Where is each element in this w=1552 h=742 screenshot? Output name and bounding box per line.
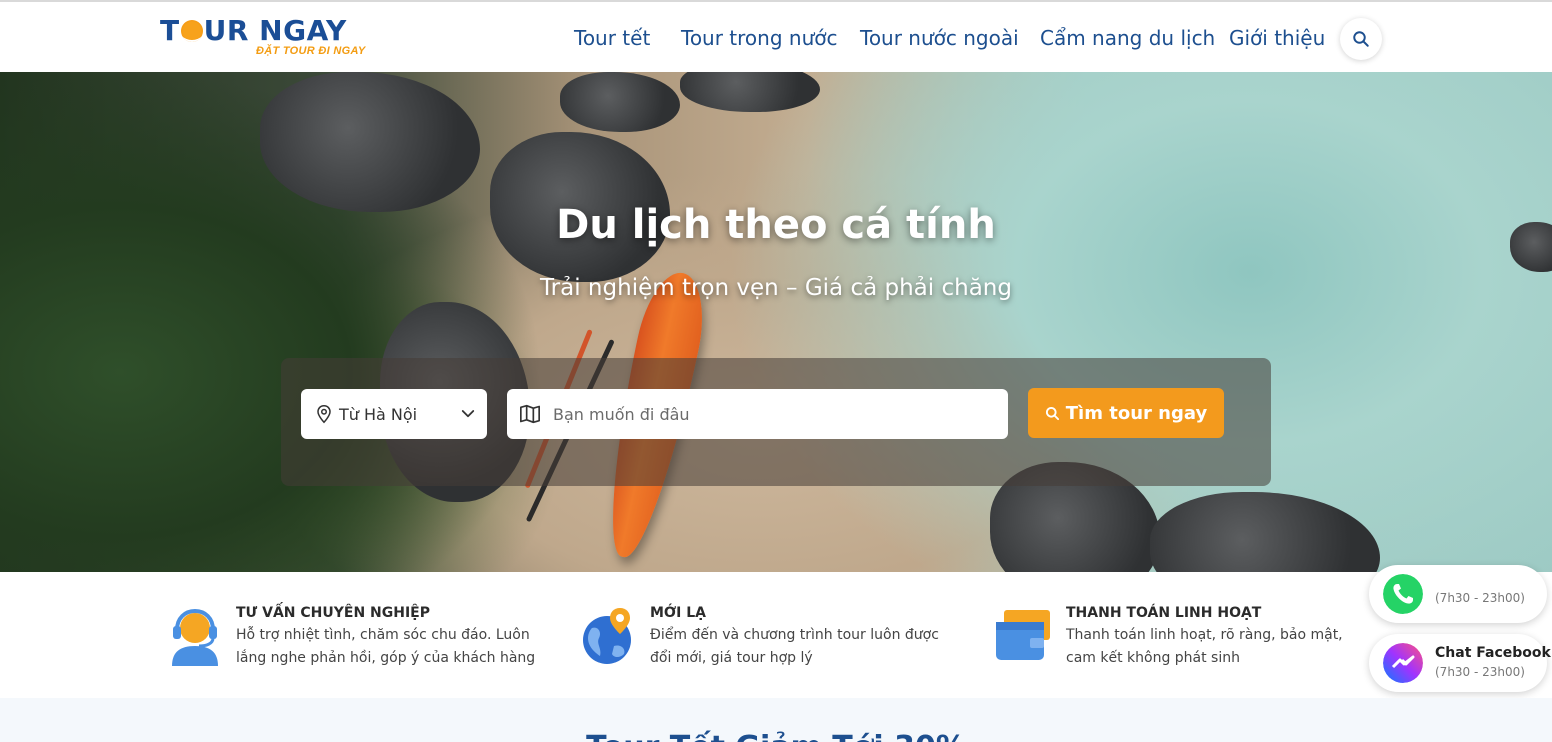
facebook-chat-button[interactable]: Chat Facebook (7h30 - 23h00) xyxy=(1369,634,1551,692)
nav-item-tour-tet[interactable]: Tour tết xyxy=(574,26,650,50)
destination-field xyxy=(507,389,1008,439)
feature-description: Điểm đến và chương trình tour luôn được … xyxy=(650,627,939,666)
find-tour-button-label: Tìm tour ngay xyxy=(1065,402,1208,424)
phone-icon xyxy=(1383,574,1423,614)
tour-search-panel: Từ Hà Nội Tìm tour ngay xyxy=(281,358,1271,486)
phone-contact-button[interactable]: (7h30 - 23h00) xyxy=(1369,565,1547,623)
phone-hours: (7h30 - 23h00) xyxy=(1435,591,1525,605)
feature-item: TƯ VẤN CHUYÊN NGHIỆP Hỗ trợ nhiệt tình, … xyxy=(166,572,566,698)
feature-title: THANH TOÁN LINH HOẠT xyxy=(1066,605,1262,621)
messenger-icon xyxy=(1383,643,1423,683)
headset-icon xyxy=(172,608,218,666)
feature-description: Thanh toán linh hoạt, rõ ràng, bảo mật, … xyxy=(1066,627,1343,666)
hero-banner: Du lịch theo cá tính Trải nghiệm trọn vẹ… xyxy=(0,72,1552,572)
rock-decoration xyxy=(680,72,820,112)
nav-item-tour-trong-nuoc[interactable]: Tour trong nước xyxy=(681,26,837,50)
map-icon xyxy=(519,404,540,424)
next-section: Tour Tết Giảm Tới 30% xyxy=(0,698,1552,742)
features-strip: TƯ VẤN CHUYÊN NGHIỆP Hỗ trợ nhiệt tình, … xyxy=(0,572,1552,698)
header-search-button[interactable] xyxy=(1340,18,1382,60)
feature-item: THANH TOÁN LINH HOẠT Thanh toán linh hoạ… xyxy=(996,572,1396,698)
feature-title: TƯ VẤN CHUYÊN NGHIỆP xyxy=(236,605,430,621)
search-icon xyxy=(1353,31,1369,47)
chevron-down-icon xyxy=(461,410,475,418)
site-header: T UR NGAY ĐẶT TOUR ĐI NGAY Tour tết Tour … xyxy=(0,0,1552,72)
feature-item: MỚI LẠ Điểm đến và chương trình tour luô… xyxy=(580,572,980,698)
section-title: Tour Tết Giảm Tới 30% xyxy=(0,730,1552,742)
nav-item-cam-nang[interactable]: Cẩm nang du lịch xyxy=(1040,26,1215,50)
facebook-chat-label: Chat Facebook xyxy=(1435,645,1551,661)
nav-item-gioi-thieu[interactable]: Giới thiệu xyxy=(1229,26,1325,50)
feature-title: MỚI LẠ xyxy=(650,605,706,621)
hero-subtitle: Trải nghiệm trọn vẹn – Giá cả phải chăng xyxy=(540,275,1012,301)
facebook-chat-hours: (7h30 - 23h00) xyxy=(1435,665,1525,679)
nav-item-tour-nuoc-ngoai[interactable]: Tour nước ngoài xyxy=(860,26,1019,50)
rock-decoration xyxy=(560,72,680,132)
find-tour-button[interactable]: Tìm tour ngay xyxy=(1028,388,1224,438)
search-icon xyxy=(1045,406,1059,420)
rock-decoration xyxy=(260,72,480,212)
globe-pin-icon xyxy=(583,608,631,664)
feature-description: Hỗ trợ nhiệt tình, chăm sóc chu đáo. Luô… xyxy=(236,627,536,666)
rock-decoration xyxy=(1150,492,1380,572)
hero-title: Du lịch theo cá tính xyxy=(556,202,996,248)
destination-input[interactable] xyxy=(553,404,973,424)
location-pin-icon xyxy=(317,404,331,424)
origin-select-value: Từ Hà Nội xyxy=(339,404,418,424)
wallet-icon xyxy=(996,610,1050,660)
origin-select[interactable]: Từ Hà Nội xyxy=(301,389,487,439)
main-nav: Tour tết Tour trong nước Tour nước ngoài… xyxy=(0,26,1552,54)
